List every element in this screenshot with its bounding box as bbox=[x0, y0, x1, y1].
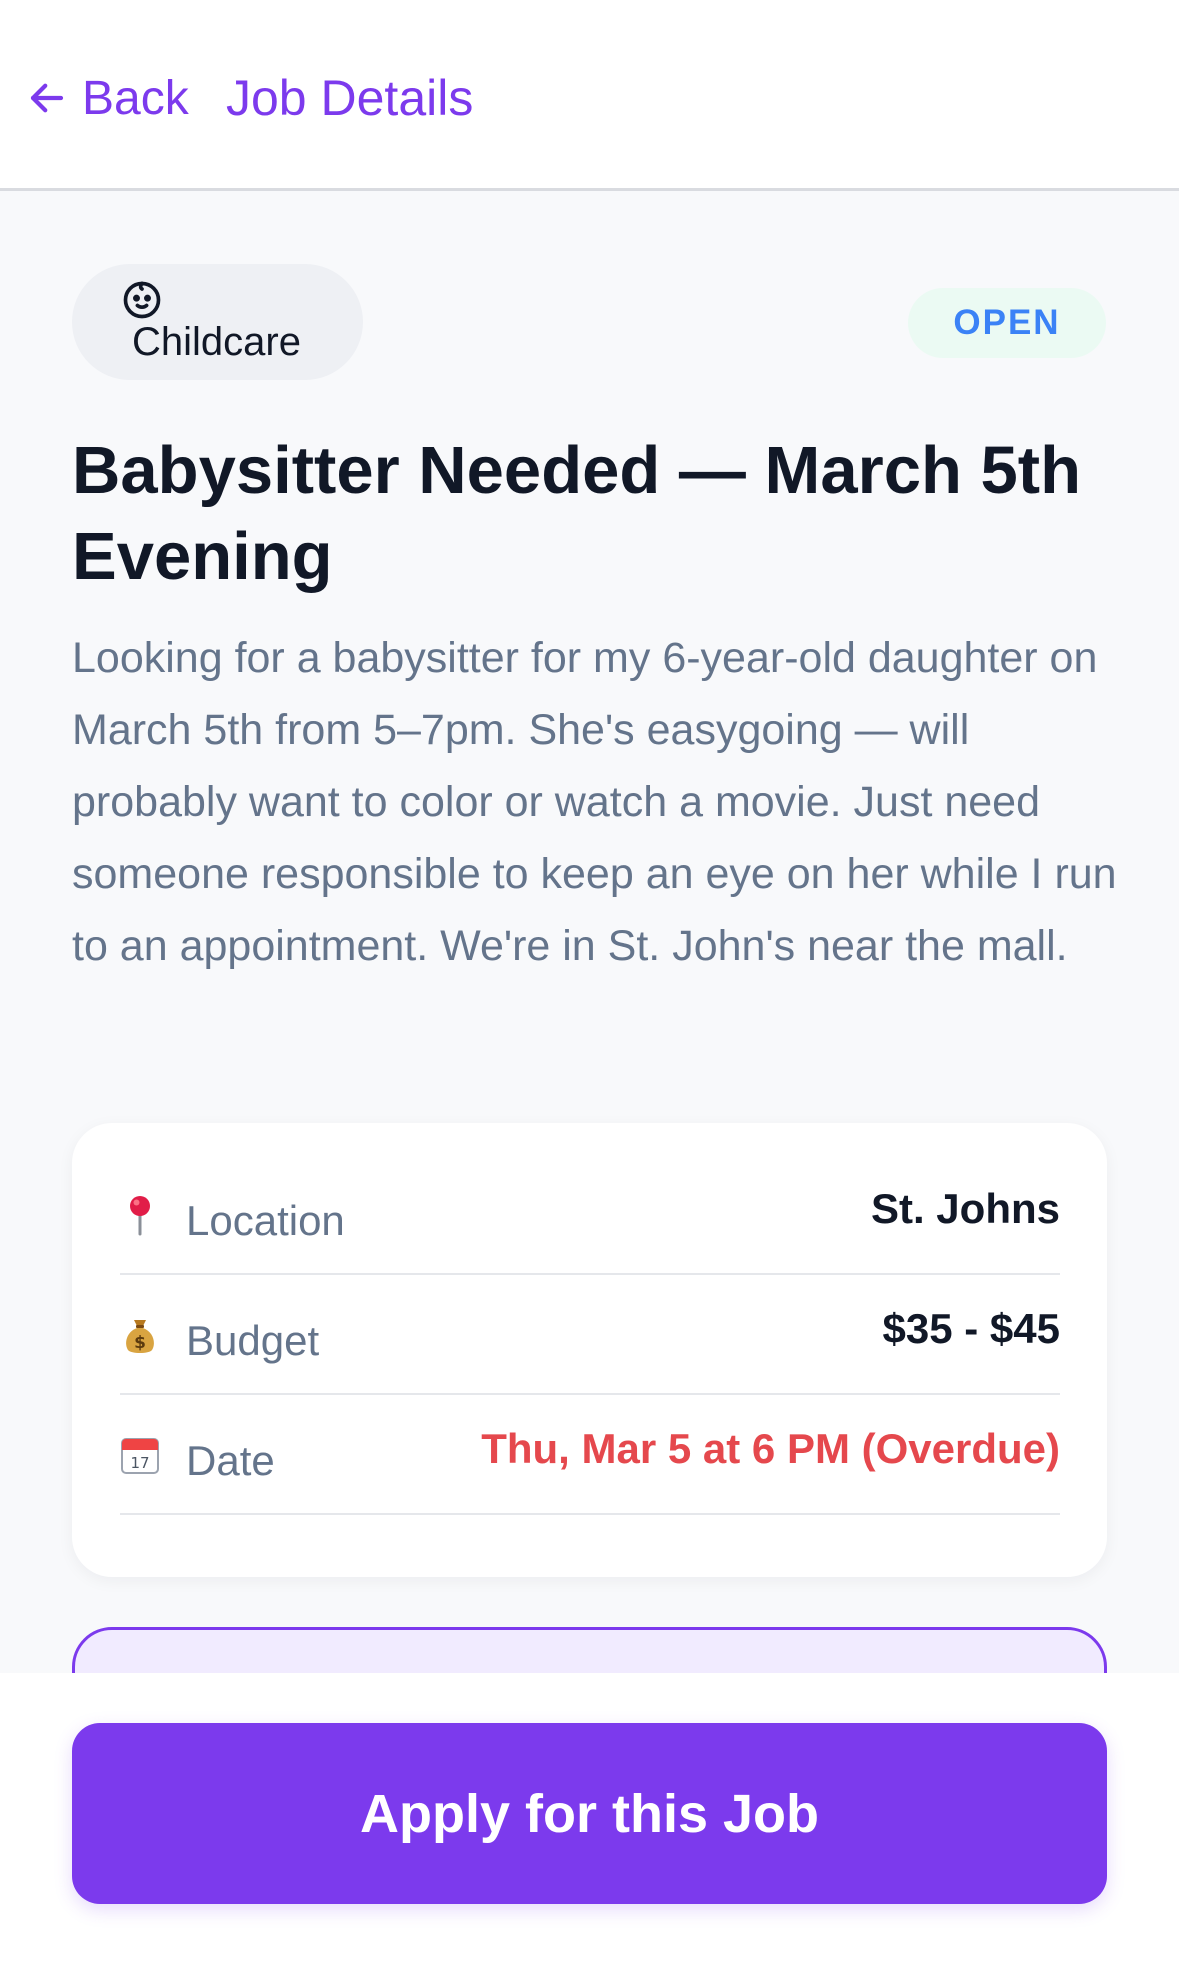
location-label: Location bbox=[186, 1197, 345, 1244]
arrow-left-icon bbox=[30, 83, 64, 113]
budget-value: $35 - $45 bbox=[882, 1305, 1060, 1352]
money-bag-icon: $ bbox=[120, 1311, 160, 1359]
page-title: Job Details bbox=[226, 70, 474, 126]
baby-face-icon bbox=[123, 281, 161, 319]
svg-text:$: $ bbox=[134, 1333, 146, 1353]
job-description: Looking for a babysitter for my 6-year-o… bbox=[72, 634, 1117, 970]
detail-row-budget: $ Budget $35 - $45 bbox=[120, 1275, 1060, 1395]
back-button[interactable]: Back bbox=[26, 66, 189, 130]
location-value: St. Johns bbox=[870, 1185, 1060, 1232]
back-label: Back bbox=[82, 71, 189, 125]
budget-label: Budget bbox=[186, 1317, 320, 1364]
category-chip: Childcare bbox=[72, 264, 363, 380]
date-value: Thu, Mar 5 at 6 PM (Overdue) bbox=[481, 1425, 1060, 1472]
top-nav-bar: Back Job Details bbox=[0, 0, 1179, 191]
apply-button[interactable]: Apply for this Job bbox=[72, 1723, 1107, 1904]
status-badge: OPEN bbox=[908, 288, 1106, 358]
job-details-card: Location St. Johns $ Budget $35 - $45 17… bbox=[72, 1123, 1107, 1577]
detail-row-date: 17 Date Thu, Mar 5 at 6 PM (Overdue) bbox=[120, 1395, 1060, 1515]
date-label: Date bbox=[186, 1437, 275, 1484]
job-title: Babysitter Needed — March 5th Evening bbox=[72, 433, 1081, 594]
calendar-icon: 17 bbox=[120, 1431, 160, 1479]
svg-text:17: 17 bbox=[130, 1454, 149, 1472]
detail-row-location: Location St. Johns bbox=[120, 1155, 1060, 1275]
pin-icon bbox=[120, 1191, 160, 1239]
category-label: Childcare bbox=[132, 320, 301, 364]
